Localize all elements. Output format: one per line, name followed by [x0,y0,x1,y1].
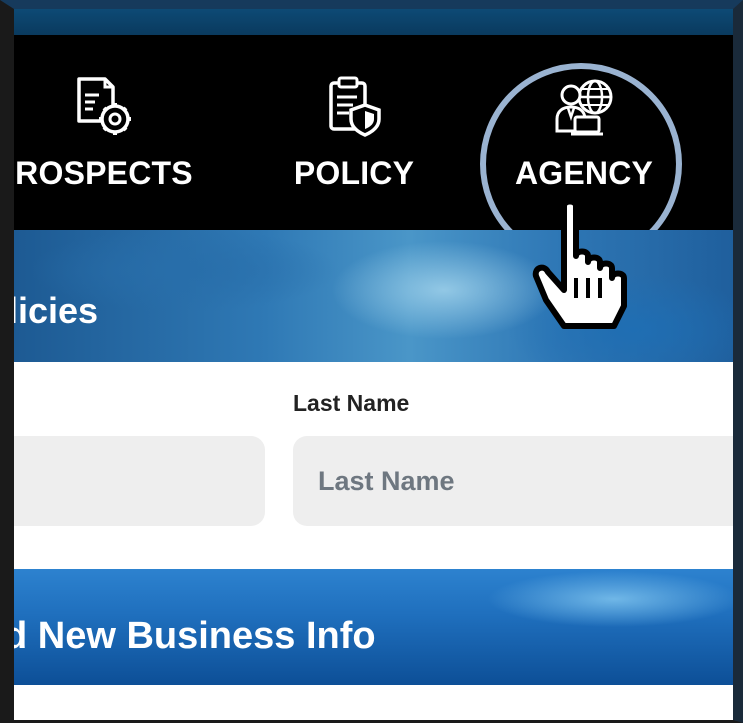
screen-frame: ROSPECTS POLICY AGENCY licies Last Name … [0,0,743,723]
bottom-area [14,685,733,720]
hero-title: licies [8,290,99,331]
policy-shield-icon [329,76,381,137]
nav-item-policy[interactable]: POLICY [279,35,429,230]
section-title: d New Business Info [4,615,376,657]
last-name-input[interactable]: Last Name [293,436,733,526]
nav-label-prospects: ROSPECTS [15,155,193,191]
first-name-input[interactable] [14,436,265,526]
top-strip [14,9,733,35]
hand-pointer-icon [532,198,627,329]
last-name-label: Last Name [293,390,410,416]
nav-label-policy: POLICY [293,155,415,191]
document-gear-icon [77,77,131,135]
nav-item-prospects[interactable]: ROSPECTS [14,35,214,230]
search-form: Last Name Last Name [14,362,733,569]
section-banner: d New Business Info [14,569,733,685]
